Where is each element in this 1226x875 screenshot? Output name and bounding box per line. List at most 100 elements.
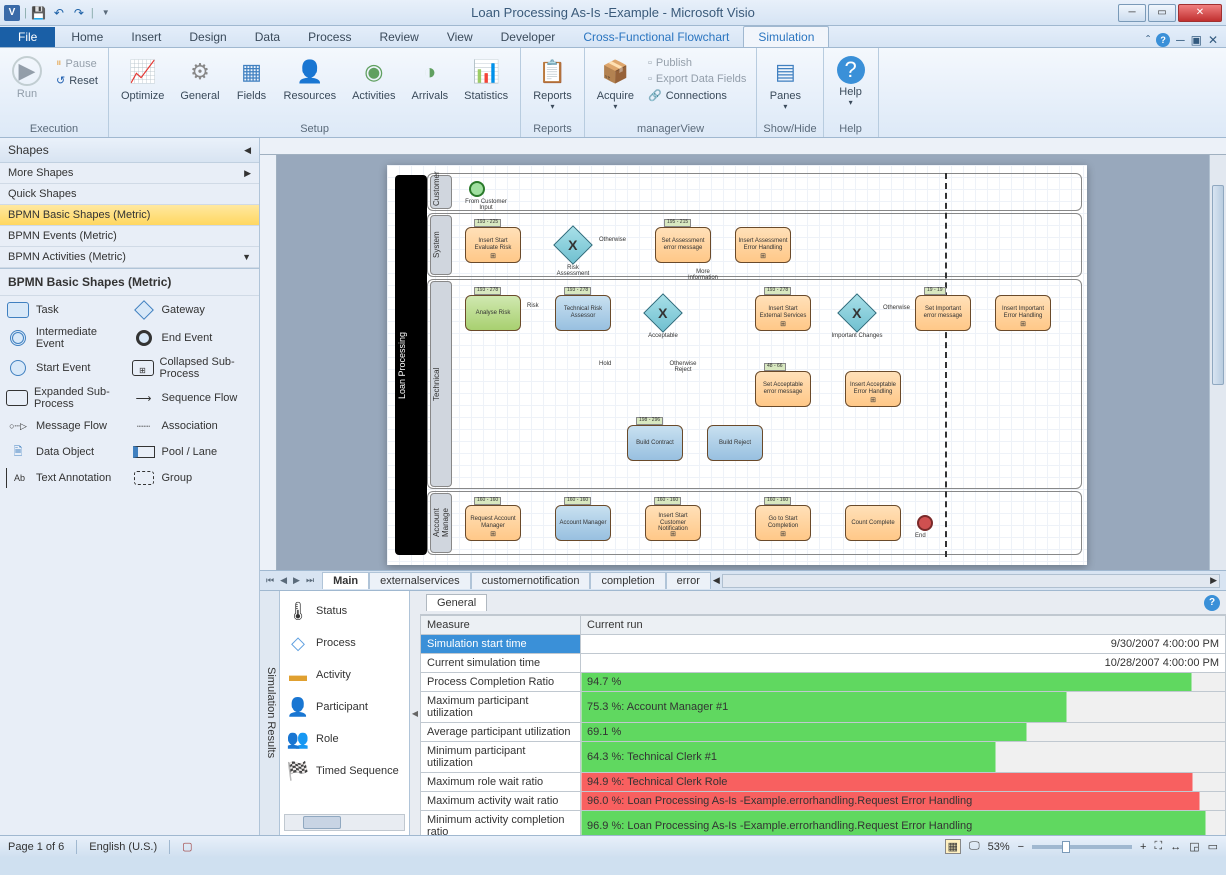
col-current-run[interactable]: Current run [581,616,1226,635]
optimize-button[interactable]: 📈Optimize [115,54,170,104]
general-tab[interactable]: General [426,594,487,611]
table-row[interactable]: Process Completion Ratio94.7 % [421,673,1226,692]
shape-association[interactable]: ┈┈Association [132,416,254,436]
res-process[interactable]: ◇Process [284,627,405,659]
table-row[interactable]: Maximum activity wait ratio96.0 %: Loan … [421,792,1226,811]
chevron-down-icon[interactable]: ▼ [242,252,251,262]
table-row[interactable]: Minimum participant utilization64.3 %: T… [421,742,1226,773]
panes-button[interactable]: ▤Panes▾ [763,54,807,113]
visio-app-icon[interactable]: V [4,5,20,21]
help-button[interactable]: ?Help▾ [830,54,872,109]
node-goto-completion[interactable]: 160 - 160Go to Start Completion [755,505,811,541]
table-row[interactable]: Average participant utilization69.1 % [421,723,1226,742]
shape-sequence-flow[interactable]: ⟶Sequence Flow [132,386,254,410]
res-activity[interactable]: ▬Activity [284,659,405,691]
res-status[interactable]: 🌡Status [284,595,405,627]
page-tab-customer[interactable]: customernotification [471,572,591,589]
save-icon[interactable]: 💾 [31,5,47,21]
node-acct-mgr[interactable]: 160 - 160Account Manager [555,505,611,541]
acquire-button[interactable]: 📦Acquire▾ [591,54,640,113]
activities-button[interactable]: ◉Activities [346,54,401,104]
vertical-scrollbar[interactable] [1209,155,1226,570]
zoom-slider[interactable] [1032,845,1132,849]
lane-label-customer[interactable]: Customer [430,175,452,209]
fit-width-icon[interactable]: ↔ [1170,841,1181,853]
res-participant[interactable]: 👤Participant [284,691,405,723]
tab-process[interactable]: Process [294,27,365,47]
drawing-page[interactable]: Loan Processing Customer System Technica… [387,165,1087,565]
next-page-icon[interactable]: ▶ [291,575,302,586]
prev-page-icon[interactable]: ◀ [278,575,289,586]
maximize-button[interactable]: ▭ [1148,4,1176,22]
tab-review[interactable]: Review [365,27,432,47]
tab-simulation[interactable]: Simulation [743,26,829,47]
shape-pool-lane[interactable]: Pool / Lane [132,442,254,462]
category-hscroll[interactable] [284,814,405,831]
page-tab-completion[interactable]: completion [590,572,665,589]
reports-button[interactable]: 📋Reports▾ [527,54,578,113]
first-page-icon[interactable]: ⏮ [264,575,276,586]
node-build-contract[interactable]: 198 - 296Build Contract [627,425,683,461]
tab-scroll-right[interactable]: ▶ [1210,575,1217,586]
stencil-bpmn-activities[interactable]: BPMN Activities (Metric)▼ [0,247,259,268]
tab-insert[interactable]: Insert [117,27,175,47]
export-button[interactable]: ▫Export Data Fields [644,72,750,86]
node-insert-assess-err[interactable]: Insert Assessment Error Handling [735,227,791,263]
zoom-out-icon[interactable]: − [1018,841,1024,853]
publish-button[interactable]: ▫Publish [644,56,750,70]
tab-view[interactable]: View [433,27,487,47]
table-row[interactable]: Minimum activity completion ratio96.9 %:… [421,811,1226,836]
table-row[interactable]: Maximum participant utilization75.3 %: A… [421,692,1226,723]
shape-gateway[interactable]: Gateway [132,300,254,320]
tab-file[interactable]: File [0,27,55,47]
results-side-tab[interactable]: Simulation Results [260,591,280,835]
table-row[interactable]: Current simulation time10/28/2007 4:00:0… [421,654,1226,673]
more-shapes[interactable]: More Shapes▶ [0,163,259,184]
last-page-icon[interactable]: ⏭ [304,575,316,586]
h-scrollbar[interactable]: ▶ [722,574,1220,588]
table-row[interactable]: Simulation start time9/30/2007 4:00:00 P… [421,635,1226,654]
presentation-icon[interactable]: 🖵 [969,840,980,853]
node-req-acct-mgr[interactable]: 160 - 160Request Account Manager [465,505,521,541]
node-build-reject[interactable]: Build Reject [707,425,763,461]
lane-label-system[interactable]: System [430,215,452,275]
zoom-knob[interactable] [1062,841,1070,853]
shape-intermediate-event[interactable]: Intermediate Event [6,326,128,350]
lane-label-technical[interactable]: Technical [430,281,452,487]
qat-dropdown-icon[interactable]: ▼ [98,5,114,21]
lane-label-account[interactable]: Account Manage [430,493,452,553]
lane-customer[interactable] [427,173,1082,211]
stencil-bpmn-events[interactable]: BPMN Events (Metric) [0,226,259,247]
node-insert-important[interactable]: Insert Important Error Handling [995,295,1051,331]
shape-collapsed-subprocess[interactable]: ⊞Collapsed Sub-Process [132,356,254,380]
macro-record-icon[interactable]: ▢ [182,840,192,853]
run-button[interactable]: ▶Run [6,54,48,102]
panel-help-icon[interactable]: ? [1204,595,1220,611]
stencil-bpmn-basic[interactable]: BPMN Basic Shapes (Metric) [0,205,259,226]
shape-end-event[interactable]: End Event [132,326,254,350]
quick-shapes[interactable]: Quick Shapes [0,184,259,205]
shape-message-flow[interactable]: ○┄▷Message Flow [6,416,128,436]
start-event[interactable] [469,181,485,197]
hscroll-thumb[interactable] [303,816,341,829]
general-button[interactable]: ⚙General [174,54,225,104]
node-external[interactable]: 193 - 278Insert Start External Services [755,295,811,331]
shape-task[interactable]: Task [6,300,128,320]
pause-button[interactable]: ⏸Pause [52,56,102,71]
zoom-in-icon[interactable]: + [1140,841,1146,853]
node-tech-assessor[interactable]: 193 - 278Technical Risk Assessor [555,295,611,331]
node-set-assess-err[interactable]: 195 - 215Set Assessment error message [655,227,711,263]
shape-data-object[interactable]: 🗎Data Object [6,442,128,462]
shapes-header[interactable]: Shapes◀ [0,138,259,163]
node-cust-notif[interactable]: 160 - 160Insert Start Customer Notificat… [645,505,701,541]
canvas[interactable]: Loan Processing Customer System Technica… [277,155,1226,570]
col-measure[interactable]: Measure [421,616,581,635]
statistics-button[interactable]: 📊Statistics [458,54,514,104]
node-insert-acceptable[interactable]: Insert Acceptable Error Handling [845,371,901,407]
redo-icon[interactable]: ↷ [71,5,87,21]
tab-data[interactable]: Data [241,27,294,47]
language-indicator[interactable]: English (U.S.) [89,841,157,853]
page-tab-main[interactable]: Main [322,572,369,589]
node-start-evaluate[interactable]: 193 - 225Insert Start Evaluate Risk [465,227,521,263]
tab-design[interactable]: Design [175,27,240,47]
